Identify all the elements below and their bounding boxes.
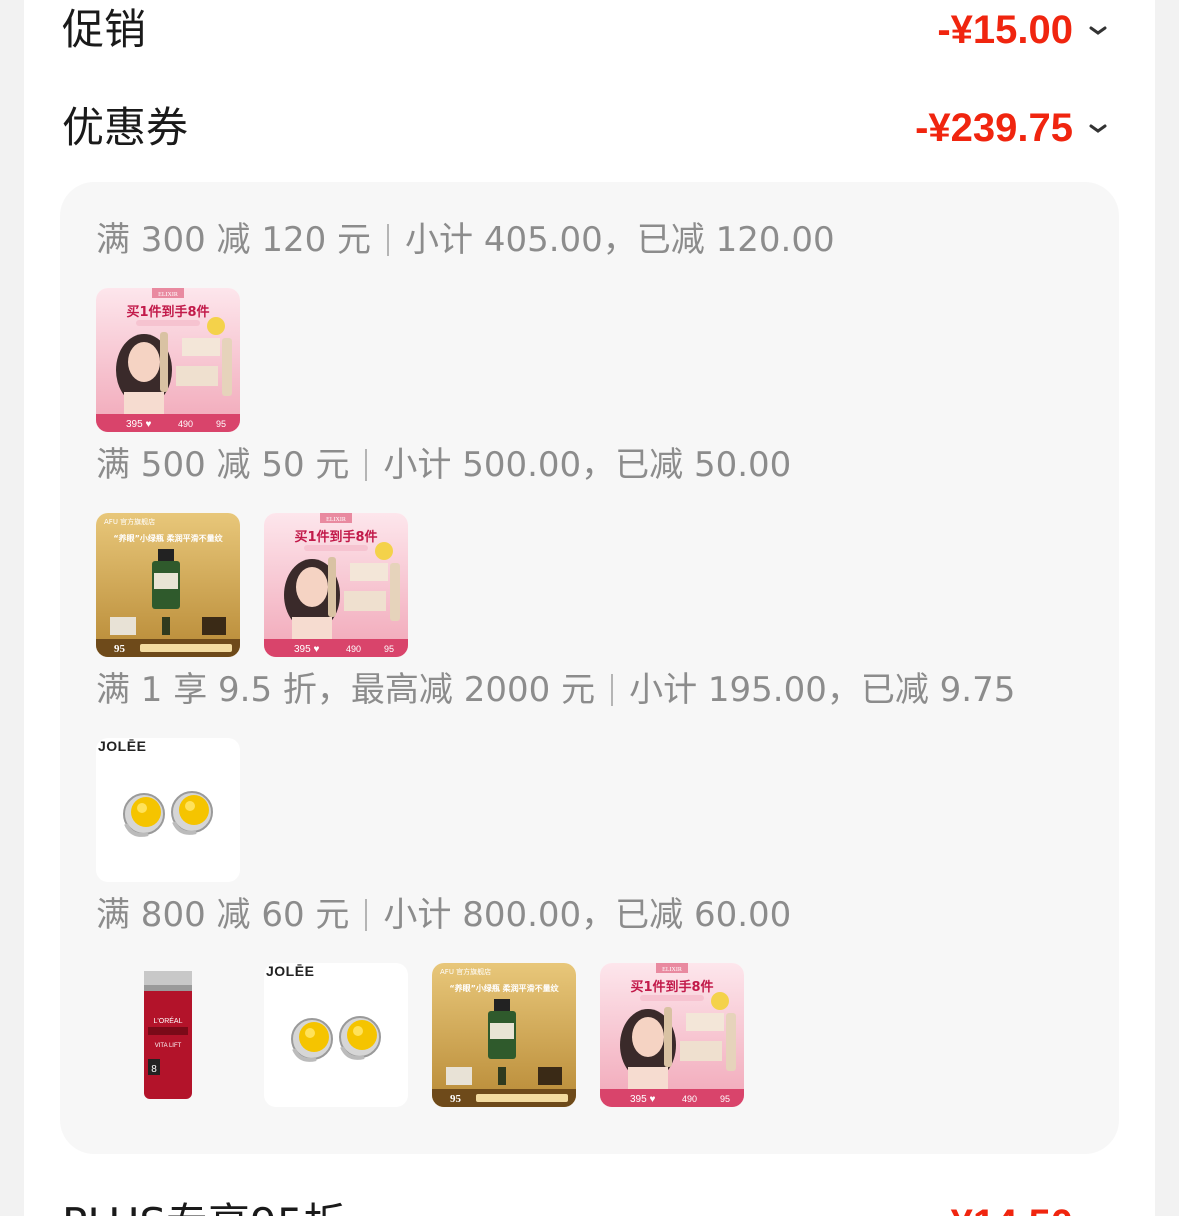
- coupon-summary: 小计 800.00，已减 60.00: [383, 895, 792, 935]
- order-discount-card: 促销 -¥15.00 优惠券 -¥239.75 满 300 减 120 元 小计…: [24, 0, 1155, 1216]
- coupon-rule: 满 1 享 9.5 折，最高减 2000 元: [96, 670, 596, 710]
- plus-discount-row[interactable]: PLUS专享95折 -¥14.50: [24, 1196, 1155, 1216]
- svg-text:L'ORÉAL: L'ORÉAL: [154, 1016, 183, 1025]
- product-thumbnail[interactable]: ELIXIR 买1件到手8件 395 ♥ 490 95: [96, 288, 240, 432]
- svg-text:95: 95: [720, 1094, 730, 1104]
- coupon-rule: 满 800 减 60 元: [96, 895, 350, 935]
- plus-discount-label: PLUS专享95折: [62, 1196, 345, 1216]
- svg-text:ELIXIR: ELIXIR: [662, 967, 682, 973]
- chevron-down-icon[interactable]: [1087, 118, 1109, 140]
- svg-text:95: 95: [384, 644, 394, 654]
- coupon-summary: 小计 405.00，已减 120.00: [405, 220, 835, 260]
- svg-text:买1件到手8件: 买1件到手8件: [294, 529, 377, 545]
- svg-text:395 ♥: 395 ♥: [126, 419, 151, 430]
- coupon-group: 满 500 减 50 元 小计 500.00，已减 50.00 AFU 官方旗舰…: [96, 443, 791, 657]
- divider: [365, 449, 368, 481]
- svg-text:“养眼”小绿瓶 柔润平滑不量纹: “养眼”小绿瓶 柔润平滑不量纹: [449, 983, 559, 993]
- svg-text:95: 95: [114, 643, 126, 655]
- coupon-group-header: 满 500 减 50 元 小计 500.00，已减 50.00: [96, 443, 791, 487]
- coupon-summary: 小计 500.00，已减 50.00: [383, 445, 792, 485]
- svg-text:ELIXIR: ELIXIR: [158, 292, 178, 298]
- coupon-rule: 满 300 减 120 元: [96, 220, 372, 260]
- brand-logo: JOLĒE: [98, 738, 147, 754]
- svg-text:490: 490: [178, 419, 193, 429]
- svg-text:买1件到手8件: 买1件到手8件: [126, 304, 209, 320]
- svg-text:买1件到手8件: 买1件到手8件: [630, 979, 713, 995]
- chevron-down-icon[interactable]: [1087, 20, 1109, 42]
- coupon-group: 满 300 减 120 元 小计 405.00，已减 120.00 ELIXIR…: [96, 218, 835, 432]
- coupon-label: 优惠券: [62, 103, 189, 152]
- coupon-amount: -¥239.75: [915, 106, 1073, 150]
- coupon-group: 满 800 减 60 元 小计 800.00，已减 60.00 L'ORÉAL V…: [96, 893, 791, 1107]
- svg-text:AFU 官方旗舰店: AFU 官方旗舰店: [104, 517, 155, 526]
- plus-discount-amount: -¥14.50: [937, 1196, 1073, 1216]
- svg-text:AFU 官方旗舰店: AFU 官方旗舰店: [440, 967, 491, 976]
- brand-logo: JOLĒE: [266, 963, 315, 979]
- divider: [387, 224, 390, 256]
- svg-text:VITA LIFT: VITA LIFT: [155, 1043, 182, 1049]
- product-thumbnail[interactable]: JOLĒE: [264, 963, 408, 1107]
- promotion-label: 促销: [62, 5, 147, 54]
- coupon-group-header: 满 800 减 60 元 小计 800.00，已减 60.00: [96, 893, 791, 937]
- promotion-amount: -¥15.00: [937, 8, 1073, 52]
- product-thumbnail[interactable]: L'ORÉAL VITA LIFT 8: [96, 963, 240, 1107]
- coupon-summary: 小计 195.00，已减 9.75: [629, 670, 1016, 710]
- divider: [611, 674, 614, 706]
- product-thumbnail[interactable]: AFU 官方旗舰店 “养眼”小绿瓶 柔润平滑不量纹 95: [96, 513, 240, 657]
- product-thumbnail[interactable]: AFU 官方旗舰店 “养眼”小绿瓶 柔润平滑不量纹 95: [432, 963, 576, 1107]
- coupon-rule: 满 500 减 50 元: [96, 445, 350, 485]
- svg-text:95: 95: [450, 1093, 462, 1105]
- svg-text:395 ♥: 395 ♥: [630, 1094, 655, 1105]
- coupon-group: 满 1 享 9.5 折，最高减 2000 元 小计 195.00，已减 9.75…: [96, 668, 1015, 882]
- svg-text:95: 95: [216, 419, 226, 429]
- svg-text:490: 490: [346, 644, 361, 654]
- product-thumbnail[interactable]: ELIXIR 买1件到手8件 395 ♥ 490 95: [600, 963, 744, 1107]
- svg-text:“养眼”小绿瓶 柔润平滑不量纹: “养眼”小绿瓶 柔润平滑不量纹: [113, 533, 223, 543]
- coupon-detail-panel: 满 300 减 120 元 小计 405.00，已减 120.00 ELIXIR…: [60, 182, 1119, 1154]
- svg-text:8: 8: [151, 1064, 157, 1075]
- coupon-row[interactable]: 优惠券 -¥239.75: [24, 100, 1155, 180]
- divider: [365, 899, 368, 931]
- svg-text:395 ♥: 395 ♥: [294, 644, 319, 655]
- product-thumbnail[interactable]: JOLĒE: [96, 738, 240, 882]
- coupon-group-header: 满 300 减 120 元 小计 405.00，已减 120.00: [96, 218, 835, 262]
- svg-text:490: 490: [682, 1094, 697, 1104]
- promotion-row[interactable]: 促销 -¥15.00: [24, 2, 1155, 82]
- svg-text:ELIXIR: ELIXIR: [326, 517, 346, 523]
- coupon-group-header: 满 1 享 9.5 折，最高减 2000 元 小计 195.00，已减 9.75: [96, 668, 1015, 712]
- product-thumbnail[interactable]: ELIXIR 买1件到手8件 395 ♥ 490 95: [264, 513, 408, 657]
